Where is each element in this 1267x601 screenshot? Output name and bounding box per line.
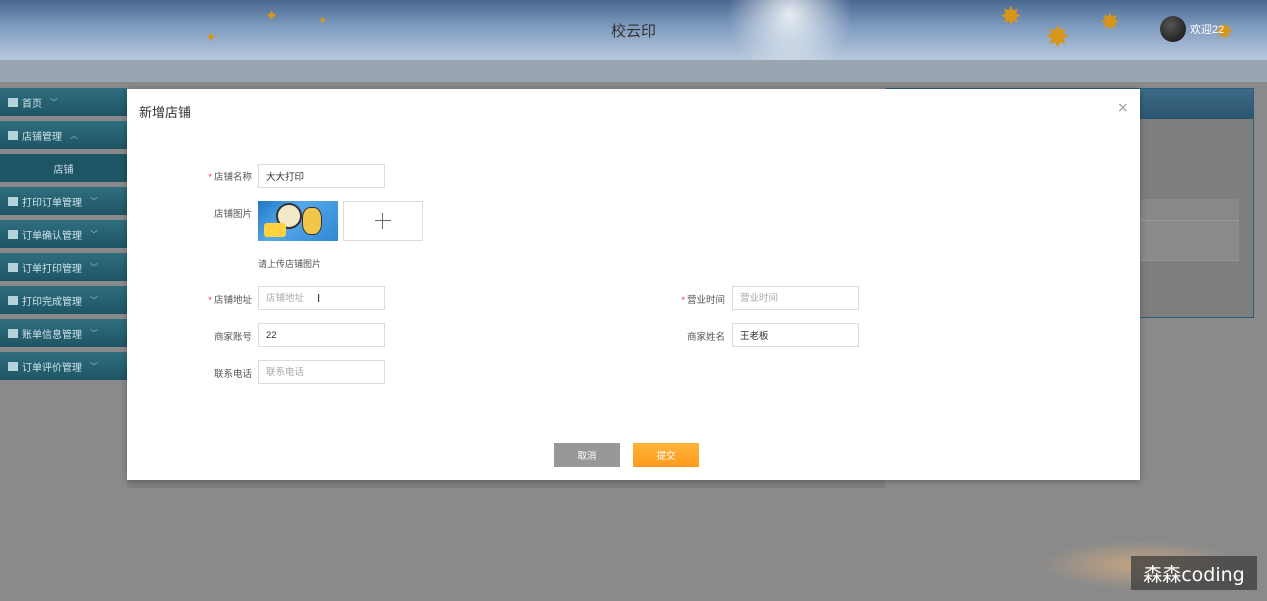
submit-button[interactable]: 提交 bbox=[633, 443, 699, 467]
sub-header-bar bbox=[0, 60, 1267, 82]
chevron-down-icon: ﹀ bbox=[90, 196, 98, 206]
shop-address-input[interactable] bbox=[258, 286, 385, 310]
sidebar-item-print-orders[interactable]: 打印订单管理 ﹀ bbox=[0, 187, 127, 215]
sidebar-item-bills[interactable]: 账单信息管理 ﹀ bbox=[0, 319, 127, 347]
label-text: 店铺名称 bbox=[213, 172, 252, 183]
cartoon-figure bbox=[302, 207, 322, 235]
image-upload-button[interactable] bbox=[343, 201, 423, 241]
shop-image-thumbnail[interactable] bbox=[258, 201, 338, 241]
shop-address-label: * 店铺地址 bbox=[197, 292, 252, 306]
chevron-down-icon: ﹀ bbox=[90, 262, 98, 272]
cancel-button[interactable]: 取消 bbox=[554, 443, 620, 467]
sidebar-item-label: 店铺管理 bbox=[22, 131, 62, 143]
required-marker: * bbox=[208, 172, 212, 183]
cartoon-figure bbox=[264, 223, 286, 237]
sidebar: 首页 ﹀ 店铺管理 ︿ 店铺 打印订单管理 ﹀ 订单确认管理 ﹀ 订单打印管理 … bbox=[0, 88, 127, 385]
business-hours-label: * 营业时间 bbox=[667, 292, 725, 306]
plus-icon bbox=[375, 213, 391, 229]
app-title: 校云印 bbox=[610, 23, 656, 40]
print-icon bbox=[8, 262, 18, 272]
bill-icon bbox=[8, 328, 18, 338]
sidebar-item-order-print[interactable]: 订单打印管理 ﹀ bbox=[0, 253, 127, 281]
sidebar-item-print-done[interactable]: 打印完成管理 ﹀ bbox=[0, 286, 127, 314]
shop-name-label: * 店铺名称 bbox=[197, 169, 252, 183]
sidebar-item-home[interactable]: 首页 ﹀ bbox=[0, 88, 127, 116]
chevron-down-icon: ﹀ bbox=[50, 97, 58, 107]
sidebar-item-label: 店铺 bbox=[53, 164, 74, 176]
chevron-down-icon: ﹀ bbox=[90, 361, 98, 371]
label-text: 营业时间 bbox=[686, 295, 725, 306]
orders-icon bbox=[8, 196, 18, 206]
sidebar-item-label: 打印订单管理 bbox=[22, 197, 82, 209]
sidebar-item-order-confirm[interactable]: 订单确认管理 ﹀ bbox=[0, 220, 127, 248]
business-hours-input[interactable] bbox=[732, 286, 859, 310]
sidebar-item-reviews[interactable]: 订单评价管理 ﹀ bbox=[0, 352, 127, 380]
phone-input[interactable] bbox=[258, 360, 385, 384]
required-marker: * bbox=[208, 295, 212, 306]
merchant-name-input[interactable] bbox=[732, 323, 859, 347]
chevron-down-icon: ﹀ bbox=[90, 229, 98, 239]
phone-label: 联系电话 bbox=[213, 369, 252, 380]
close-icon[interactable]: × bbox=[1117, 101, 1129, 115]
welcome-text: 欢迎22 bbox=[1190, 24, 1225, 36]
done-icon bbox=[8, 295, 18, 305]
confirm-icon bbox=[8, 229, 18, 239]
chevron-down-icon: ﹀ bbox=[90, 295, 98, 305]
sidebar-item-label: 订单评价管理 bbox=[22, 362, 82, 374]
merchant-name-label: 商家姓名 bbox=[686, 332, 725, 343]
store-icon bbox=[8, 130, 18, 140]
shop-name-input[interactable] bbox=[258, 164, 385, 188]
merchant-account-label: 商家账号 bbox=[213, 332, 252, 343]
home-icon bbox=[8, 97, 18, 107]
merchant-account-input[interactable] bbox=[258, 323, 385, 347]
add-shop-dialog: 新增店铺 × *店铺名称 店铺图片 请上传店铺图片 *店铺地址 I *营业时间 … bbox=[127, 89, 1140, 480]
chevron-up-icon: ︿ bbox=[70, 130, 78, 140]
label-text: 店铺地址 bbox=[213, 295, 252, 306]
dialog-title: 新增店铺 bbox=[139, 105, 192, 120]
upload-hint: 请上传店铺图片 bbox=[258, 259, 322, 269]
sidebar-item-shop-management[interactable]: 店铺管理 ︿ bbox=[0, 121, 127, 149]
review-icon bbox=[8, 361, 18, 371]
sidebar-subitem-shop[interactable]: 店铺 bbox=[0, 154, 127, 182]
shop-image-label: 店铺图片 bbox=[213, 209, 252, 220]
sidebar-item-label: 订单打印管理 bbox=[22, 263, 82, 275]
top-banner: ✦ ✦ ✦ ✸ ✸ ✸ ✸ 校云印 欢迎22 bbox=[0, 0, 1267, 60]
avatar[interactable] bbox=[1160, 16, 1186, 42]
text-cursor-icon: I bbox=[317, 292, 321, 305]
sidebar-item-label: 首页 bbox=[22, 98, 42, 110]
sidebar-item-label: 打印完成管理 bbox=[22, 296, 82, 308]
sidebar-item-label: 订单确认管理 bbox=[22, 230, 82, 242]
watermark: 森森coding bbox=[1131, 556, 1257, 590]
required-marker: * bbox=[681, 295, 685, 306]
user-menu[interactable]: 欢迎22 bbox=[1160, 16, 1224, 42]
sidebar-item-label: 账单信息管理 bbox=[22, 329, 82, 341]
chevron-down-icon: ﹀ bbox=[90, 328, 98, 338]
